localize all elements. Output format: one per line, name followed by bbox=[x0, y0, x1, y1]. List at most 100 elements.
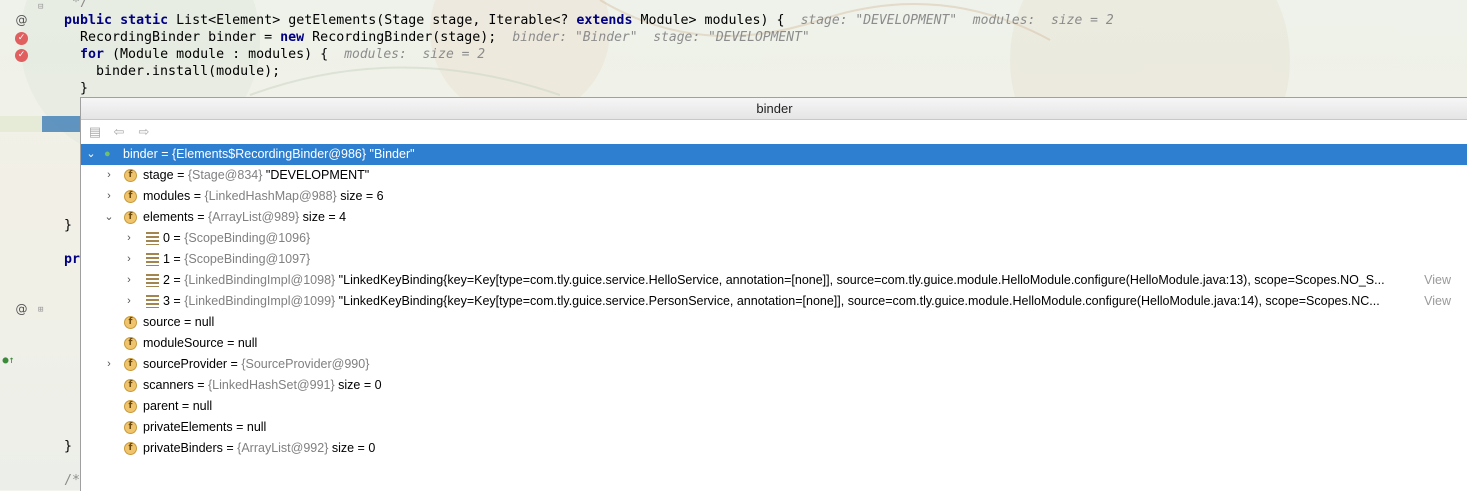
fold-marker-icon[interactable]: ⊟ bbox=[38, 2, 43, 12]
tree-row-parent[interactable]: f parent = null bbox=[81, 396, 1467, 417]
var-name: scanners bbox=[143, 378, 194, 392]
implementation-icon[interactable]: ●↑ bbox=[2, 354, 15, 367]
tree-row-modules[interactable]: › f modules = {LinkedHashMap@988} size =… bbox=[81, 186, 1467, 207]
equals-sign: = bbox=[227, 357, 242, 371]
tree-row-element-1[interactable]: › 1 = {ScopeBinding@1097} bbox=[81, 249, 1467, 270]
var-value: "DEVELOPMENT" bbox=[262, 168, 370, 182]
editor-gutter: @ ✓ ✓ @ ●↑ ⊟ ⊞ bbox=[0, 0, 43, 490]
equals-sign: = bbox=[169, 273, 185, 287]
back-arrow-icon[interactable]: ⇦ bbox=[111, 124, 127, 140]
keyword: new bbox=[280, 30, 305, 45]
fold-marker-icon[interactable]: ⊞ bbox=[38, 305, 43, 315]
tree-row-binder[interactable]: ⌄ ● binder = {Elements$RecordingBinder@9… bbox=[81, 144, 1467, 165]
tree-row-moduleSource[interactable]: f moduleSource = null bbox=[81, 333, 1467, 354]
expand-arrow-icon[interactable]: › bbox=[124, 228, 134, 249]
expand-arrow-icon[interactable]: › bbox=[124, 249, 134, 270]
object-icon: ● bbox=[104, 148, 111, 160]
var-type: {LinkedBindingImpl@1098} bbox=[184, 273, 336, 287]
popup-title[interactable]: binder bbox=[81, 98, 1467, 120]
var-type: {ScopeBinding@1096} bbox=[184, 231, 311, 245]
field-icon: f bbox=[124, 358, 137, 371]
field-icon: f bbox=[124, 337, 137, 350]
keyword: extends bbox=[576, 13, 633, 28]
equals-sign: = bbox=[223, 336, 238, 350]
inline-debug-hint: binder: "Binder" stage: "DEVELOPMENT" bbox=[512, 30, 810, 45]
override-icon[interactable]: @ bbox=[15, 303, 28, 316]
expand-arrow-icon[interactable]: › bbox=[104, 165, 114, 186]
var-name: privateBinders bbox=[143, 441, 223, 455]
var-name: modules bbox=[143, 189, 191, 203]
field-icon: f bbox=[124, 379, 137, 392]
var-type: {Elements$RecordingBinder@986} bbox=[172, 147, 367, 161]
keyword: public bbox=[64, 13, 113, 28]
code-line-for-loop: for (Module module : modules) { modules:… bbox=[80, 46, 485, 63]
expand-arrow-icon[interactable]: › bbox=[104, 186, 114, 207]
tree-row-privateElements[interactable]: f privateElements = null bbox=[81, 417, 1467, 438]
tree-row-stage[interactable]: › f stage = {Stage@834} "DEVELOPMENT" bbox=[81, 165, 1467, 186]
collapse-arrow-icon[interactable]: ⌄ bbox=[104, 207, 114, 228]
code-line-close-brace: } bbox=[64, 218, 73, 233]
execution-point-highlight bbox=[42, 116, 82, 132]
code-text: List<Element> getElements(Stage stage, I… bbox=[176, 13, 577, 28]
code-text: RecordingBinder(stage); bbox=[304, 30, 497, 45]
debug-inspect-popup[interactable]: binder ▤ ⇦ ⇨ ⌄ ● binder = {Elements$Reco… bbox=[80, 97, 1467, 491]
tree-row-privateBinders[interactable]: f privateBinders = {ArrayList@992} size … bbox=[81, 438, 1467, 459]
expand-arrow-icon[interactable]: › bbox=[104, 354, 114, 375]
code-line-method-signature: public static List<Element> getElements(… bbox=[64, 12, 1114, 29]
list-item-icon bbox=[146, 274, 159, 287]
field-icon: f bbox=[124, 211, 137, 224]
tree-row-element-0[interactable]: › 0 = {ScopeBinding@1096} bbox=[81, 228, 1467, 249]
pin-icon[interactable]: ▤ bbox=[87, 124, 103, 140]
var-value: "LinkedKeyBinding{key=Key[type=com.tly.g… bbox=[335, 273, 1385, 287]
var-name: elements bbox=[143, 210, 194, 224]
forward-arrow-icon[interactable]: ⇨ bbox=[136, 124, 152, 140]
override-icon[interactable]: @ bbox=[15, 14, 28, 27]
list-item-icon bbox=[146, 253, 159, 266]
collapse-arrow-icon[interactable]: ⌄ bbox=[86, 144, 96, 165]
breakpoint-icon[interactable]: ✓ bbox=[15, 49, 28, 62]
var-value: size = 0 bbox=[334, 378, 382, 392]
breakpoint-icon[interactable]: ✓ bbox=[15, 32, 28, 45]
tree-row-sourceProvider[interactable]: › f sourceProvider = {SourceProvider@990… bbox=[81, 354, 1467, 375]
field-icon: f bbox=[124, 316, 137, 329]
code-text: Module> modules) { bbox=[632, 13, 785, 28]
field-icon: f bbox=[124, 442, 137, 455]
equals-sign: = bbox=[180, 315, 195, 329]
tree-row-element-2[interactable]: › 2 = {LinkedBindingImpl@1098} "LinkedKe… bbox=[81, 270, 1467, 291]
equals-sign: = bbox=[157, 147, 172, 161]
var-value: null bbox=[194, 315, 215, 329]
tree-row-element-3[interactable]: › 3 = {LinkedBindingImpl@1099} "LinkedKe… bbox=[81, 291, 1467, 312]
field-icon: f bbox=[124, 190, 137, 203]
view-link[interactable]: View bbox=[1424, 291, 1451, 312]
equals-sign: = bbox=[193, 210, 208, 224]
var-value: "LinkedKeyBinding{key=Key[type=com.tly.g… bbox=[335, 294, 1380, 308]
var-type: {ArrayList@989} bbox=[207, 210, 300, 224]
var-name: 3 bbox=[163, 294, 170, 308]
popup-toolbar: ▤ ⇦ ⇨ bbox=[81, 120, 1467, 145]
code-text: (Module module : modules) { bbox=[104, 47, 329, 62]
equals-sign: = bbox=[232, 420, 247, 434]
var-name: 1 bbox=[163, 252, 170, 266]
code-line-install: binder.install(module); bbox=[96, 64, 281, 79]
view-link[interactable]: View bbox=[1424, 270, 1451, 291]
equals-sign: = bbox=[169, 294, 185, 308]
equals-sign: = bbox=[173, 168, 188, 182]
var-value: null bbox=[246, 420, 267, 434]
tree-row-elements[interactable]: ⌄ f elements = {ArrayList@989} size = 4 bbox=[81, 207, 1467, 228]
tree-row-scanners[interactable]: f scanners = {LinkedHashSet@991} size = … bbox=[81, 375, 1467, 396]
code-comment: /* bbox=[64, 473, 81, 488]
var-name: moduleSource bbox=[143, 336, 224, 350]
var-type: {LinkedBindingImpl@1099} bbox=[184, 294, 336, 308]
tree-row-source[interactable]: f source = null bbox=[81, 312, 1467, 333]
var-value: size = 4 bbox=[299, 210, 347, 224]
expand-arrow-icon[interactable]: › bbox=[124, 270, 134, 291]
expand-arrow-icon[interactable]: › bbox=[124, 291, 134, 312]
keyword: static bbox=[120, 13, 169, 28]
var-type: {Stage@834} bbox=[187, 168, 263, 182]
inline-debug-hint: stage: "DEVELOPMENT" modules: size = 2 bbox=[800, 13, 1114, 28]
field-icon: f bbox=[124, 421, 137, 434]
var-name: source bbox=[143, 315, 181, 329]
equals-sign: = bbox=[169, 231, 185, 245]
var-name: stage bbox=[143, 168, 174, 182]
code-line-close-brace: } bbox=[80, 81, 89, 96]
